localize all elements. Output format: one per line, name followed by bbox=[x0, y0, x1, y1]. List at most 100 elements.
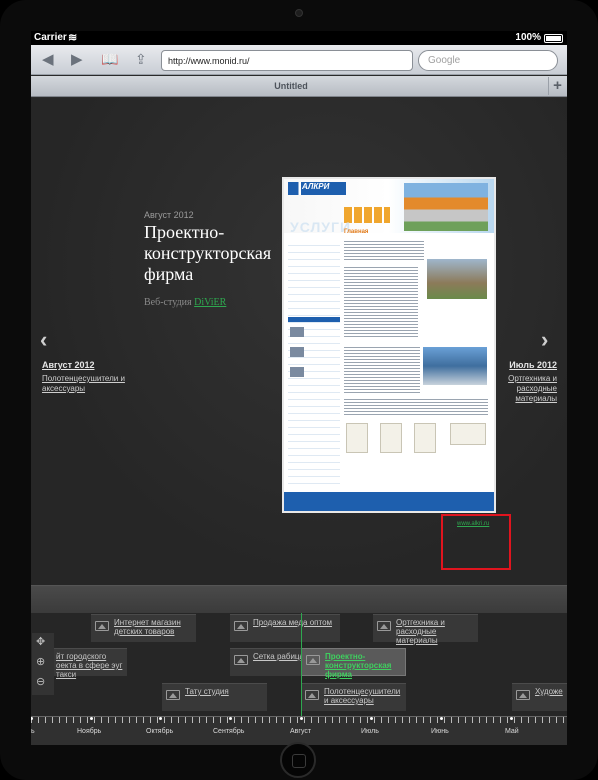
tab-title[interactable]: Untitled bbox=[31, 81, 551, 91]
zoom-in-icon[interactable]: ⊕ bbox=[36, 655, 45, 668]
next-arrow-icon[interactable]: › bbox=[541, 327, 548, 353]
preview-text-block bbox=[344, 345, 420, 393]
timeline-card[interactable]: Интернет магазин детских товаров bbox=[91, 614, 196, 642]
wifi-icon: ≋ bbox=[68, 32, 78, 44]
address-field[interactable]: http://www.monid.ru/ bbox=[161, 50, 413, 71]
image-icon bbox=[166, 690, 180, 700]
timeline-card[interactable]: Тату студия bbox=[162, 683, 267, 711]
month-marker bbox=[159, 717, 162, 720]
portfolio-stage: Август 2012 Проектно- конструкторская фи… bbox=[31, 98, 567, 585]
item-title: Проектно- конструкторская фирма bbox=[144, 222, 286, 285]
item-date: Август 2012 bbox=[144, 210, 194, 220]
prev-item-desc[interactable]: Полотенцесушители и аксессуары bbox=[42, 374, 132, 394]
timeline-card[interactable]: Продажа меда оптом bbox=[230, 614, 340, 642]
site-screenshot[interactable]: АЛКРИ УСЛУГИ Главная bbox=[282, 177, 496, 513]
month-label: Июль bbox=[361, 728, 379, 735]
timeline-card[interactable]: Полотенцесушители и аксессуары bbox=[301, 683, 406, 711]
image-icon bbox=[516, 690, 530, 700]
month-label: Октябрь bbox=[146, 728, 174, 735]
timeline-card[interactable]: Художе bbox=[512, 683, 567, 711]
image-icon bbox=[305, 690, 319, 700]
share-icon[interactable]: ⇪ bbox=[135, 51, 147, 68]
search-field[interactable]: Google bbox=[418, 50, 558, 71]
preview-thumb bbox=[290, 327, 304, 337]
certificate-image bbox=[380, 423, 402, 453]
camera bbox=[295, 9, 303, 17]
timeline-ticks bbox=[31, 717, 567, 723]
timeline: ✥ ⊕ ⊖ Интернет магазин детских товаров П… bbox=[31, 585, 567, 745]
preview-photo bbox=[423, 347, 487, 385]
status-bar: Carrier ≋ 100% bbox=[31, 31, 567, 45]
timeline-card[interactable]: Ортгехника и расходные материалы bbox=[373, 614, 478, 645]
timeline-card-label: Сетка рабица bbox=[253, 652, 304, 661]
pan-icon[interactable]: ✥ bbox=[36, 635, 45, 648]
month-label: Июнь bbox=[431, 728, 449, 735]
preview-sidebar-bar bbox=[288, 317, 340, 322]
month-label: Май bbox=[505, 728, 519, 735]
prev-arrow-icon[interactable]: ‹ bbox=[40, 327, 47, 353]
studio-credit: Веб-студия DiViER bbox=[144, 297, 226, 308]
battery-icon bbox=[544, 34, 563, 43]
timeline-cursor[interactable] bbox=[301, 613, 302, 716]
carrier-label: Carrier bbox=[34, 32, 67, 43]
certificate-image bbox=[450, 423, 486, 445]
month-marker bbox=[90, 717, 93, 720]
zoom-out-icon[interactable]: ⊖ bbox=[36, 675, 45, 688]
preview-heading: Главная bbox=[344, 229, 369, 235]
timeline-card[interactable]: йт городского оекта в сфере эуг такси bbox=[54, 648, 127, 679]
timeline-card-label: йт городского оекта в сфере эуг такси bbox=[56, 652, 123, 679]
preview-banner-image bbox=[404, 183, 488, 231]
month-label: Ноябрь bbox=[77, 728, 102, 735]
month-marker bbox=[510, 717, 513, 720]
highlight-box bbox=[441, 514, 511, 570]
timeline-card-label: Тату студия bbox=[185, 687, 229, 696]
next-item-date[interactable]: Июль 2012 bbox=[509, 360, 557, 370]
month-label: Август bbox=[290, 728, 312, 735]
preview-logo-text: АЛКРИ bbox=[302, 182, 330, 191]
next-item-desc[interactable]: Ортгехника и расходные материалы bbox=[497, 374, 557, 404]
image-icon bbox=[377, 621, 391, 631]
preview-thumb bbox=[290, 367, 304, 377]
timeline-card-label: Интернет магазин детских товаров bbox=[114, 618, 181, 636]
image-icon bbox=[306, 655, 320, 665]
new-tab-button[interactable]: + bbox=[548, 77, 566, 95]
back-arrow-icon[interactable]: ◀ bbox=[42, 51, 54, 68]
preview-text-block bbox=[344, 265, 418, 337]
bookmarks-icon[interactable]: 📖 bbox=[101, 51, 118, 68]
timeline-card-label: Проектно-конструкторская фирма bbox=[325, 652, 392, 679]
certificate-image bbox=[346, 423, 368, 453]
month-marker bbox=[300, 717, 303, 720]
month-marker bbox=[440, 717, 443, 720]
timeline-card-label: Полотенцесушители и аксессуары bbox=[324, 687, 401, 705]
home-button[interactable] bbox=[280, 742, 316, 778]
prev-item-date[interactable]: Август 2012 bbox=[42, 360, 95, 370]
image-icon bbox=[234, 655, 248, 665]
month-label: Сентябрь bbox=[213, 728, 245, 735]
battery-percent: 100% bbox=[515, 32, 541, 43]
timeline-header-bar bbox=[31, 585, 567, 613]
image-icon bbox=[234, 621, 248, 631]
studio-link[interactable]: DiViER bbox=[194, 297, 226, 308]
preview-certificates bbox=[344, 423, 488, 455]
preview-photo bbox=[427, 259, 487, 299]
item-title-line: конструкторская bbox=[144, 243, 272, 263]
image-icon bbox=[95, 621, 109, 631]
preview-text-block bbox=[344, 397, 488, 417]
month-marker bbox=[370, 717, 373, 720]
preview-section-label: УСЛУГИ bbox=[290, 219, 352, 235]
item-title-line: фирма bbox=[144, 264, 194, 284]
screen: Carrier ≋ 100% ◀ ▶ 📖 ⇪ http://www.monid.… bbox=[31, 31, 567, 745]
month-marker bbox=[229, 717, 232, 720]
item-title-line: Проектно- bbox=[144, 222, 225, 242]
preview-text-block bbox=[344, 239, 424, 261]
preview-thumb bbox=[290, 347, 304, 357]
timeline-zoom-controls: ✥ ⊕ ⊖ bbox=[32, 633, 54, 695]
timeline-card-label: Ортгехника и расходные материалы bbox=[396, 618, 445, 645]
tablet-device: Carrier ≋ 100% ◀ ▶ 📖 ⇪ http://www.monid.… bbox=[0, 0, 598, 780]
timeline-card-label: Художе bbox=[535, 687, 563, 696]
preview-footer bbox=[284, 492, 494, 511]
forward-arrow-icon[interactable]: ▶ bbox=[71, 51, 83, 68]
timeline-axis[interactable]: ь Ноябрь Октябрь Сентябрь Август Июль Ию… bbox=[31, 716, 567, 745]
timeline-card-active[interactable]: Проектно-конструкторская фирма bbox=[301, 648, 406, 679]
month-label: ь bbox=[31, 728, 35, 735]
